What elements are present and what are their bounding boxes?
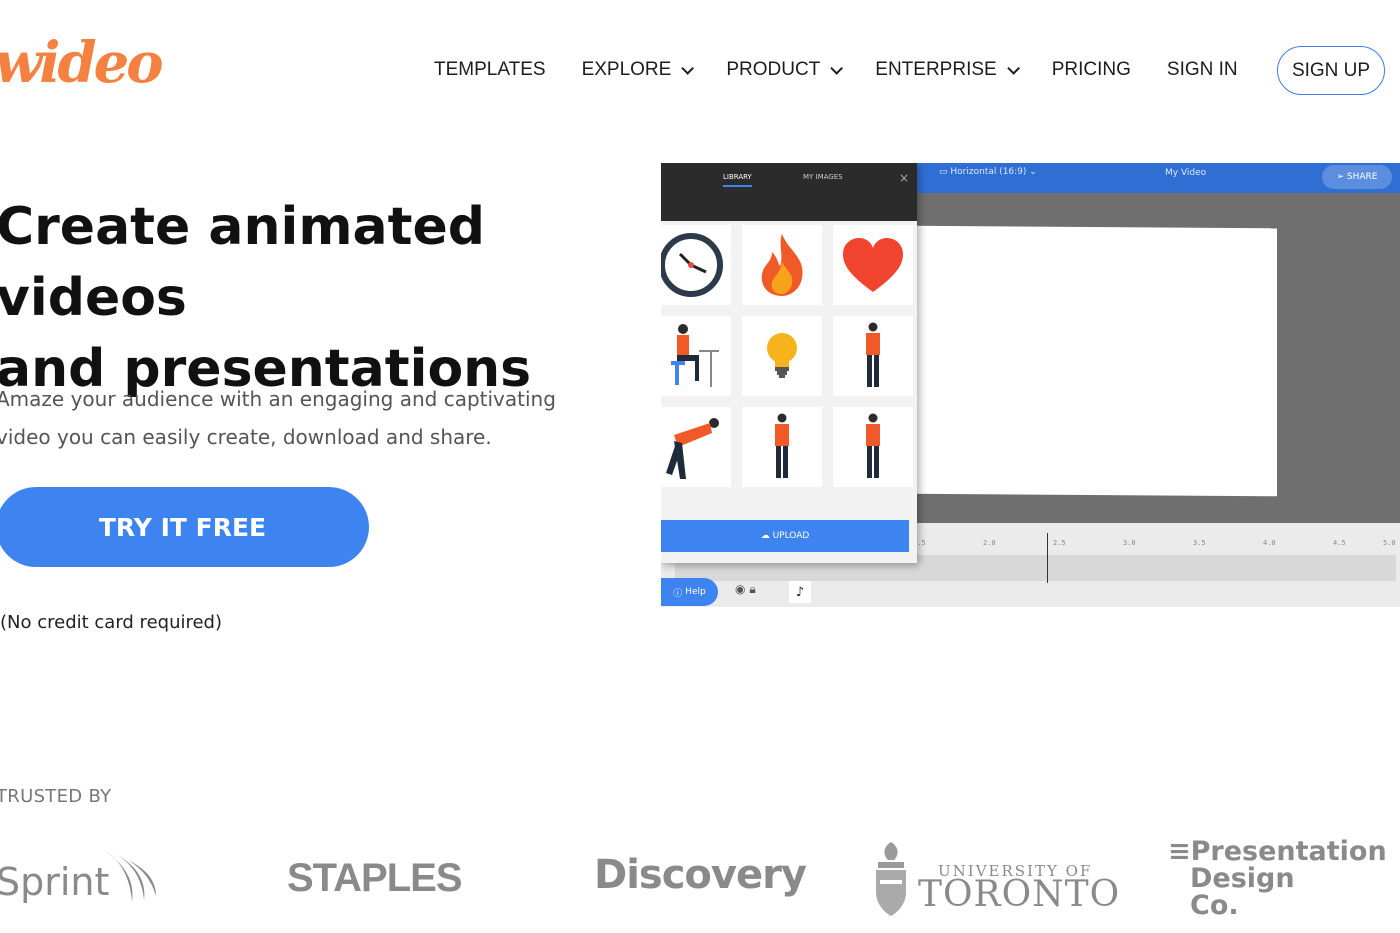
nav-templates-label: TEMPLATES (434, 59, 546, 80)
hero-headline-line1: Create animated videos (0, 197, 485, 328)
nav-pricing-label: PRICING (1051, 59, 1131, 80)
standing-man-icon (866, 322, 880, 387)
nav-explore-label: EXPLORE (581, 59, 672, 80)
nav-sign-in-label: SIGN IN (1166, 59, 1238, 80)
timeline-ruler: 1.5 2.0 2.5 3.0 3.5 4.0 4.5 5.0 (913, 535, 1400, 553)
video-canvas (911, 225, 1277, 497)
desk-worker-icon (671, 324, 719, 387)
uoft-logo-big: TORONTO (918, 874, 1121, 915)
heart-icon (843, 238, 903, 292)
visibility-lock-tools: ◉ 🔒︎ (735, 582, 756, 597)
ruler-tick: 5.0 (1383, 539, 1396, 547)
sign-up-button[interactable]: SIGN UP (1277, 46, 1385, 95)
nav-explore[interactable]: EXPLORE (581, 59, 695, 81)
library-item (661, 316, 731, 396)
library-panel: LIBRARY MY IMAGES × ☁ UPLOAD (661, 163, 917, 563)
sprint-logo: Sprint (0, 860, 110, 904)
lock-icon: 🔒︎ (749, 582, 756, 596)
editor-preview[interactable]: ▭ Horizontal (16:9) ⌄ My Video ➢ SHARE 1… (661, 163, 1400, 607)
pdc-line3: Co. (1190, 890, 1239, 921)
help-label: Help (685, 587, 706, 597)
video-title: My Video (1165, 168, 1207, 178)
help-icon: ⓘ (673, 588, 686, 599)
library-item (833, 316, 913, 396)
hero-subtext: Amaze your audience with an engaging and… (0, 380, 616, 456)
university-crest-icon (876, 842, 906, 916)
cloud-upload-icon: ☁ (760, 531, 773, 541)
hero-headline: Create animated videos and presentations (0, 192, 666, 405)
try-it-free-label: TRY IT FREE (98, 512, 267, 542)
library-item (833, 407, 913, 487)
music-note-icon: ♪ (789, 581, 811, 603)
library-item (742, 407, 822, 487)
chevron-down-icon (1006, 61, 1020, 75)
ruler-tick: 3.0 (1123, 539, 1136, 547)
upload-label: UPLOAD (772, 531, 810, 541)
library-header: LIBRARY MY IMAGES × (661, 163, 917, 221)
no-credit-card-note: (No credit card required) (0, 612, 223, 633)
chevron-down-icon (830, 61, 844, 75)
nav-product[interactable]: PRODUCT (726, 59, 844, 81)
library-item (742, 225, 822, 305)
fire-icon (761, 234, 803, 296)
nav-enterprise[interactable]: ENTERPRISE (875, 59, 1020, 81)
ruler-tick: 4.0 (1263, 539, 1276, 547)
nav-sign-in[interactable]: SIGN IN (1167, 59, 1238, 81)
clock-icon (661, 233, 723, 297)
my-images-tab: MY IMAGES (803, 173, 843, 181)
bending-man-icon (666, 418, 719, 479)
library-item (742, 316, 822, 396)
share-button: ➢ SHARE (1322, 165, 1392, 189)
ruler-tick: 3.5 (1193, 539, 1206, 547)
ruler-tick: 4.5 (1333, 539, 1346, 547)
main-nav: TEMPLATES EXPLORE PRODUCT ENTERPRISE PRI… (434, 46, 1274, 94)
format-label: Horizontal (16:9) (950, 167, 1027, 177)
library-tab: LIBRARY (723, 173, 752, 187)
wideo-logo[interactable]: wideo (0, 30, 164, 96)
lightbulb-icon (767, 333, 797, 378)
share-icon: ➢ (1336, 172, 1347, 182)
nav-enterprise-label: ENTERPRISE (875, 59, 997, 80)
discovery-logo: Discovery (594, 852, 807, 898)
playhead (1047, 533, 1048, 583)
staples-logo: STAPLES (287, 856, 463, 900)
library-item (661, 225, 731, 305)
nav-templates[interactable]: TEMPLATES (434, 59, 546, 81)
help-button: ⓘ Help (661, 578, 718, 606)
library-grid (661, 225, 913, 487)
hero-subtext-line1: Amaze your audience with an engaging and… (0, 387, 556, 411)
library-item (833, 225, 913, 305)
sprint-mark-icon (104, 850, 156, 902)
nav-product-label: PRODUCT (726, 59, 821, 80)
standing-man-icon (775, 413, 789, 478)
eye-icon: ◉ (735, 582, 746, 596)
hero-subtext-line2: video you can easily create, download an… (0, 425, 492, 449)
menu-lines-icon: ≡ (1168, 836, 1191, 867)
presentation-design-co-logo: ≡Presentation Design Co. (1168, 838, 1387, 919)
upload-button: ☁ UPLOAD (661, 520, 909, 552)
editor-topbar: ▭ Horizontal (16:9) ⌄ My Video ➢ SHARE (917, 163, 1400, 193)
close-icon: × (898, 171, 909, 185)
trusted-by-label: TRUSTED BY (0, 786, 112, 807)
ruler-tick: 2.5 (1053, 539, 1066, 547)
try-it-free-button[interactable]: TRY IT FREE (0, 487, 369, 567)
pdc-line2: Design (1190, 863, 1295, 894)
ruler-tick: 2.0 (983, 539, 996, 547)
nav-pricing[interactable]: PRICING (1052, 59, 1131, 81)
format-selector: ▭ Horizontal (16:9) ⌄ (939, 167, 1037, 177)
standing-man-icon (866, 413, 880, 478)
chevron-down-icon (681, 61, 695, 75)
share-label: SHARE (1346, 172, 1378, 182)
library-item (661, 407, 731, 487)
